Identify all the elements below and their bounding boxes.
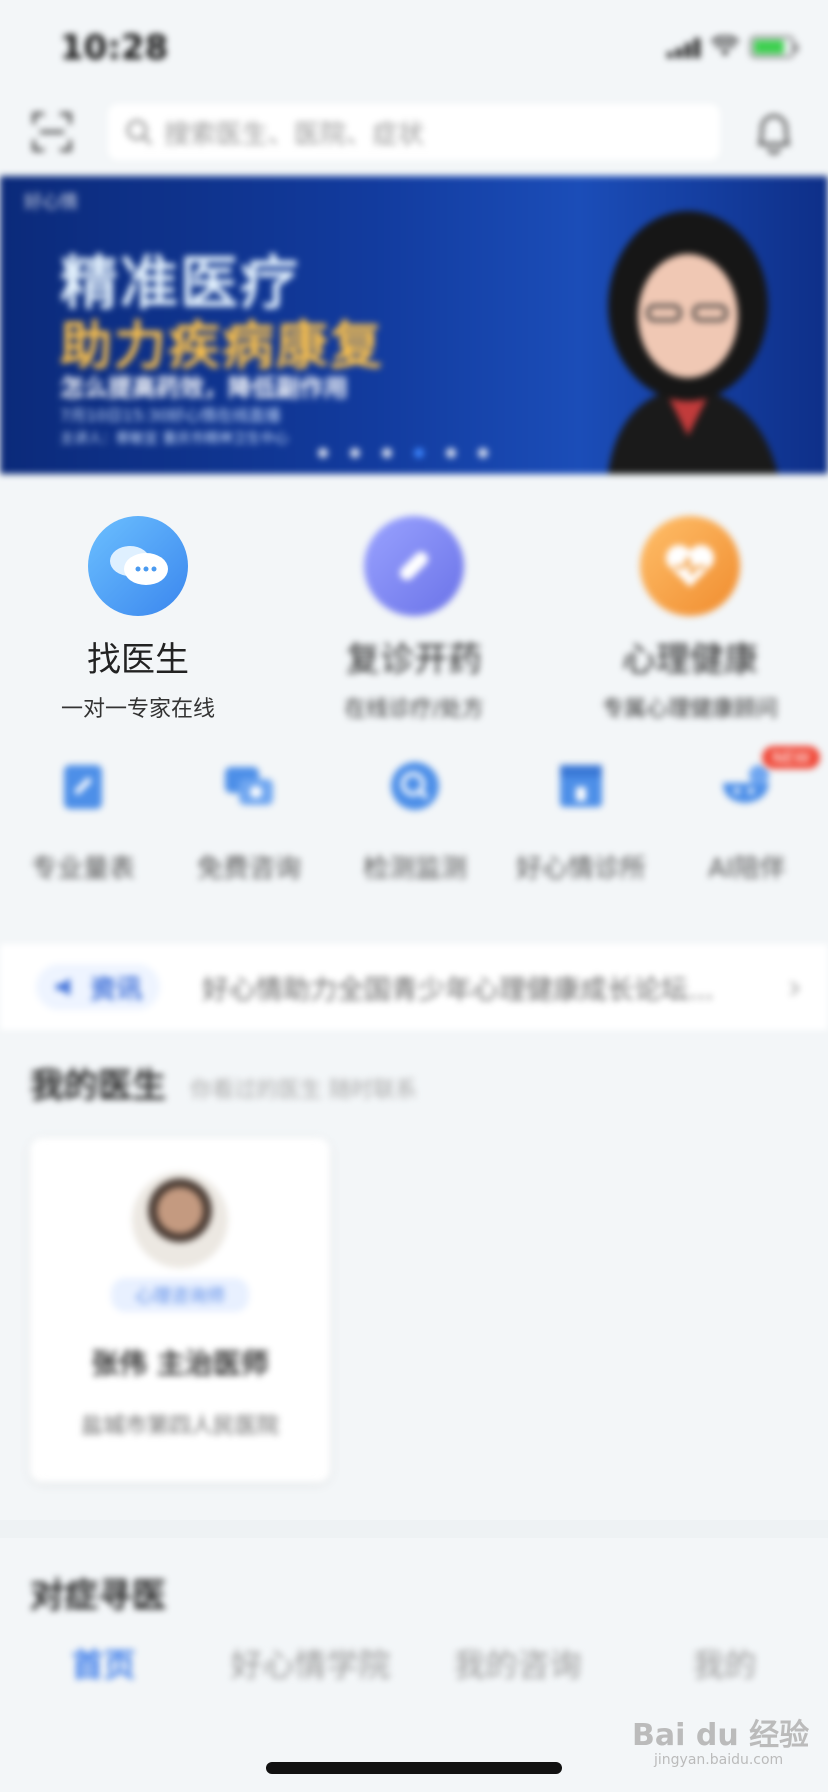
watermark-brand: Bai du 经验: [632, 1718, 810, 1753]
mini-service-label: 免费咨询: [196, 854, 301, 884]
service-mental-health[interactable]: 心理健康 专属心理健康顾问: [552, 516, 828, 723]
new-badge: NEW: [762, 746, 820, 769]
section-title: 我的医生: [30, 1066, 166, 1106]
scan-icon[interactable]: [30, 110, 74, 154]
service-name: 心理健康: [622, 640, 758, 680]
tab-me[interactable]: 我的: [621, 1640, 828, 1710]
signal-icon: [667, 36, 700, 58]
mini-service-scales[interactable]: 专业量表: [0, 756, 166, 885]
pill-icon: [364, 516, 464, 616]
bottom-tab-bar: 首页 好心情学院 我的咨询 我的: [0, 1640, 828, 1710]
clipboard-icon: [53, 756, 113, 816]
symptom-section-title: 对症寻医: [30, 1576, 166, 1616]
status-time: 10:28: [60, 28, 169, 68]
banner-logo: 好心情: [24, 192, 78, 213]
service-name: 找医生: [87, 640, 189, 680]
carousel-dots[interactable]: [318, 448, 488, 458]
wifi-icon: [710, 36, 740, 56]
watermark-url: jingyan.baidu.com: [654, 1752, 784, 1768]
news-tag-label: 资讯: [90, 974, 143, 1005]
service-desc: 一对一专家在线: [60, 697, 215, 722]
doctor-hospital: 盐城市第四人民医院: [80, 1414, 279, 1439]
tab-my-consults[interactable]: 我的咨询: [414, 1640, 621, 1710]
search-input[interactable]: 搜索医生、医院、症状: [108, 104, 720, 160]
chevron-right-icon[interactable]: ›: [788, 967, 802, 1008]
service-refill[interactable]: 复诊开药 在线诊疗/处方: [276, 516, 552, 723]
service-find-doctor[interactable]: 找医生 一对一专家在线: [0, 516, 276, 723]
banner-detail: 7月10日15:30好心情在线直播: [60, 406, 281, 425]
mini-service-clinic[interactable]: 好心情诊所: [498, 756, 664, 885]
mini-service-label: AI陪伴: [708, 854, 786, 884]
section-subtitle: 你看过的医生 随时联系: [190, 1078, 417, 1103]
service-desc: 专属心理健康顾问: [601, 697, 778, 722]
banner-detail-secondary: 主讲人：蔡敏宜 重庆市精神卫生中心: [60, 431, 289, 447]
my-doctor-header: 我的医生 你看过的医生 随时联系: [30, 1058, 417, 1107]
scan-check-icon: [385, 756, 445, 816]
consult-icon: [219, 756, 279, 816]
speaker-icon: [56, 978, 70, 996]
service-desc: 在线诊疗/处方: [344, 697, 484, 722]
mini-service-ai-companion[interactable]: AI陪伴: [664, 756, 828, 885]
section-divider: [0, 1520, 828, 1538]
news-tag: 资讯: [36, 964, 161, 1010]
doctor-avatar: [132, 1172, 228, 1268]
mini-service-testing[interactable]: 检测监测: [332, 756, 498, 885]
doctor-card[interactable]: 心理咨询师 张伟 主治医师 盐城市第四人民医院: [30, 1138, 330, 1482]
status-icons: [667, 36, 798, 58]
chat-bubbles-icon: [88, 516, 188, 616]
search-placeholder: 搜索医生、医院、症状: [164, 119, 425, 150]
service-name: 复诊开药: [346, 640, 482, 680]
tab-home[interactable]: 首页: [0, 1640, 207, 1710]
news-ticker[interactable]: 资讯 好心情助力全国青少年心理健康成长论坛... ›: [0, 944, 828, 1030]
mini-service-label: 专业量表: [30, 854, 135, 884]
mini-service-free-consult[interactable]: 免费咨询: [166, 756, 332, 885]
tab-academy[interactable]: 好心情学院: [207, 1640, 414, 1710]
battery-icon: [750, 36, 798, 58]
mini-service-label: 好心情诊所: [515, 854, 646, 884]
banner-doctor-photo: [608, 211, 778, 474]
doctor-name: 张伟 主治医师: [91, 1347, 269, 1380]
clinic-icon: [551, 756, 611, 816]
heart-icon: [640, 516, 740, 616]
doctor-tag: 心理咨询师: [111, 1278, 249, 1312]
bell-icon[interactable]: [752, 108, 796, 156]
mini-service-label: 检测监测: [362, 854, 467, 884]
search-icon: [126, 119, 153, 146]
promo-banner[interactable]: 好心情 精准医疗 助力疾病康复 怎么提高药效，降低副作用 7月10日15:30好…: [0, 176, 828, 474]
news-text: 好心情助力全国青少年心理健康成长论坛...: [202, 974, 714, 1006]
home-indicator[interactable]: [266, 1762, 562, 1774]
banner-subtitle: 怎么提高药效，降低副作用: [60, 374, 348, 402]
